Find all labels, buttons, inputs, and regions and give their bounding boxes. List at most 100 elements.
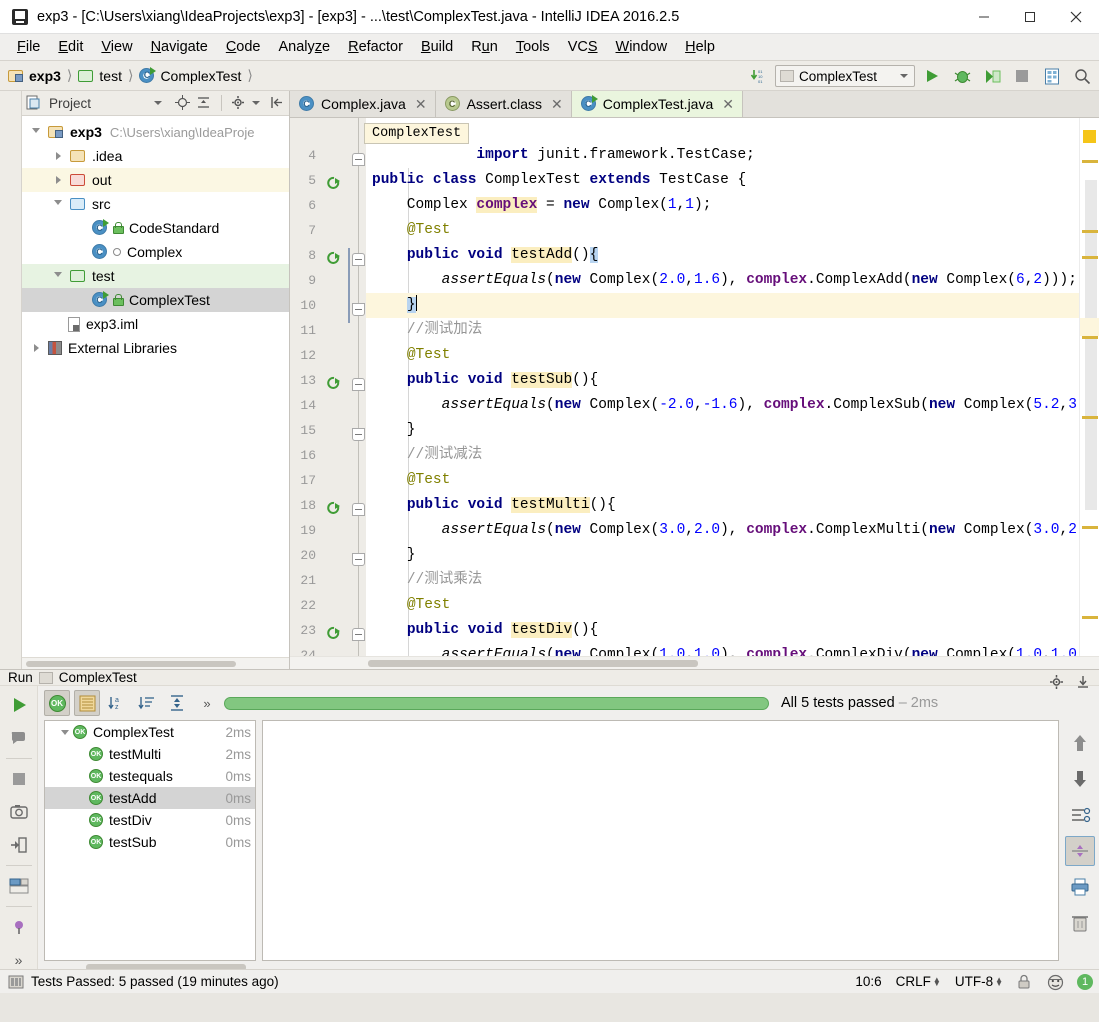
editor-horizontal-scrollbar[interactable] bbox=[290, 656, 1099, 669]
show-ignored-tests-icon[interactable] bbox=[74, 690, 100, 716]
scroll-down-icon[interactable] bbox=[1065, 764, 1095, 794]
maximize-button[interactable] bbox=[1007, 0, 1053, 34]
chevron-right-icon[interactable] bbox=[28, 340, 44, 356]
tree-item-out[interactable]: out bbox=[22, 168, 289, 192]
chevron-down-icon[interactable] bbox=[50, 268, 66, 284]
close-icon[interactable]: ✕ bbox=[551, 96, 563, 113]
run-test-class-gutter-icon[interactable] bbox=[326, 176, 342, 192]
read-only-lock-icon[interactable] bbox=[1017, 974, 1033, 990]
test-row-testmulti[interactable]: OK testMulti 2ms bbox=[45, 743, 255, 765]
project-view-chevron-down-icon[interactable] bbox=[154, 101, 162, 105]
stripe-marker[interactable] bbox=[1082, 256, 1098, 259]
settings-gear-icon[interactable] bbox=[1049, 674, 1065, 693]
status-message[interactable]: Tests Passed: 5 passed (19 minutes ago) bbox=[31, 974, 279, 989]
screenshot-icon[interactable] bbox=[4, 797, 34, 827]
minimize-button[interactable] bbox=[961, 0, 1007, 34]
close-icon[interactable]: ✕ bbox=[722, 96, 734, 113]
stripe-marker[interactable] bbox=[1082, 416, 1098, 419]
stop-icon[interactable] bbox=[4, 764, 34, 794]
test-row-testequals[interactable]: OK testequals 0ms bbox=[45, 765, 255, 787]
scrollbar-thumb[interactable] bbox=[368, 660, 698, 667]
tab-complex-java[interactable]: C Complex.java ✕ bbox=[290, 91, 436, 117]
line-separator-selector[interactable]: CRLF ▲ ▼ bbox=[896, 974, 941, 989]
tree-item-exp3-iml[interactable]: exp3.iml bbox=[22, 312, 289, 336]
notification-badge[interactable]: 1 bbox=[1077, 973, 1093, 990]
fold-marker-icon[interactable] bbox=[352, 428, 365, 441]
tree-item-codestandard[interactable]: C CodeStandard bbox=[22, 216, 289, 240]
chevron-down-icon[interactable] bbox=[50, 196, 66, 212]
rerun-icon[interactable] bbox=[4, 690, 34, 720]
debug-button[interactable] bbox=[949, 64, 975, 88]
settings-gear-icon[interactable] bbox=[231, 95, 247, 111]
scroll-from-source-icon[interactable] bbox=[175, 95, 191, 111]
stop-button[interactable] bbox=[1009, 64, 1035, 88]
test-row-testdiv[interactable]: OK testDiv 0ms bbox=[45, 809, 255, 831]
sort-by-duration-icon[interactable] bbox=[134, 690, 160, 716]
scroll-up-icon[interactable] bbox=[1065, 728, 1095, 758]
sort-icon[interactable] bbox=[1065, 800, 1095, 830]
tree-item-test[interactable]: test bbox=[22, 264, 289, 288]
editor-error-stripe[interactable] bbox=[1079, 118, 1099, 656]
tree-item-exp3[interactable]: exp3 C:\Users\xiang\IdeaProje bbox=[22, 120, 289, 144]
run-with-coverage-button[interactable] bbox=[979, 64, 1005, 88]
hide-window-icon[interactable] bbox=[1075, 674, 1091, 693]
menu-code[interactable]: Code bbox=[217, 37, 270, 57]
tree-item-external-libraries[interactable]: External Libraries bbox=[22, 336, 289, 360]
test-row-testsub[interactable]: OK testSub 0ms bbox=[45, 831, 255, 853]
menu-file[interactable]: File bbox=[8, 37, 49, 57]
settings-chevron-down-icon[interactable] bbox=[252, 101, 260, 105]
fold-marker-icon[interactable] bbox=[352, 503, 365, 516]
menu-navigate[interactable]: Navigate bbox=[142, 37, 217, 57]
chevron-down-icon[interactable] bbox=[57, 724, 73, 740]
editor-gutter[interactable]: 4 5 6 7 8 9 10 11 12 13 14 15 16 17 18 1… bbox=[290, 118, 366, 656]
run-test-method-gutter-icon[interactable] bbox=[326, 501, 342, 517]
stripe-marker[interactable] bbox=[1082, 160, 1098, 163]
tree-item-complextest[interactable]: C ComplexTest bbox=[22, 288, 289, 312]
menu-refactor[interactable]: Refactor bbox=[339, 37, 412, 57]
run-test-method-gutter-icon[interactable] bbox=[326, 251, 342, 267]
fold-marker-icon[interactable] bbox=[352, 553, 365, 566]
chevron-right-icon[interactable] bbox=[50, 172, 66, 188]
breadcrumb-complextest[interactable]: C ComplexTest bbox=[139, 66, 241, 84]
run-test-method-gutter-icon[interactable] bbox=[326, 626, 342, 642]
project-structure-button[interactable] bbox=[1039, 64, 1065, 88]
test-row-complextest[interactable]: OK ComplexTest 2ms bbox=[45, 721, 255, 743]
expand-collapse-icon[interactable] bbox=[164, 690, 190, 716]
project-tree[interactable]: exp3 C:\Users\xiang\IdeaProje .idea out bbox=[22, 116, 289, 657]
more-icon[interactable]: » bbox=[194, 690, 220, 716]
chevron-down-icon[interactable] bbox=[28, 124, 44, 140]
project-horizontal-scrollbar[interactable] bbox=[22, 657, 289, 669]
menu-vcs[interactable]: VCS bbox=[559, 37, 607, 57]
stripe-marker[interactable] bbox=[1082, 230, 1098, 233]
test-console-output[interactable] bbox=[262, 720, 1059, 961]
tree-item-idea[interactable]: .idea bbox=[22, 144, 289, 168]
test-row-testadd[interactable]: OK testAdd 0ms bbox=[45, 787, 255, 809]
inspection-face-icon[interactable] bbox=[1047, 974, 1064, 990]
run-button[interactable] bbox=[919, 64, 945, 88]
tab-complextest-java[interactable]: C ComplexTest.java ✕ bbox=[571, 91, 743, 117]
fold-marker-icon[interactable] bbox=[352, 303, 365, 316]
menu-view[interactable]: View bbox=[92, 37, 141, 57]
export-icon[interactable] bbox=[4, 830, 34, 860]
fold-marker-icon[interactable] bbox=[352, 253, 365, 266]
encoding-selector[interactable]: UTF-8 ▲ ▼ bbox=[955, 974, 1003, 989]
search-icon[interactable] bbox=[1069, 64, 1095, 88]
fold-marker-icon[interactable] bbox=[352, 628, 365, 641]
show-passed-tests-icon[interactable]: OK bbox=[44, 690, 70, 716]
breadcrumb-exp3[interactable]: exp3 bbox=[8, 68, 61, 84]
pin-icon[interactable] bbox=[4, 912, 34, 942]
stripe-marker[interactable] bbox=[1082, 616, 1098, 619]
tab-assert-class[interactable]: C Assert.class ✕ bbox=[435, 91, 572, 117]
menu-edit[interactable]: Edit bbox=[49, 37, 92, 57]
stripe-marker[interactable] bbox=[1082, 526, 1098, 529]
expand-icon[interactable] bbox=[1065, 836, 1095, 866]
close-icon[interactable]: ✕ bbox=[415, 96, 427, 113]
fold-marker-icon[interactable] bbox=[352, 378, 365, 391]
menu-help[interactable]: Help bbox=[676, 37, 724, 57]
chevron-right-icon[interactable] bbox=[50, 148, 66, 164]
menu-tools[interactable]: Tools bbox=[507, 37, 559, 57]
layout-icon[interactable] bbox=[4, 871, 34, 901]
code-text-area[interactable]: import junit.framework.TestCase; public … bbox=[366, 118, 1079, 656]
delete-icon[interactable] bbox=[1065, 908, 1095, 938]
stripe-warning-marker[interactable] bbox=[1083, 130, 1096, 143]
